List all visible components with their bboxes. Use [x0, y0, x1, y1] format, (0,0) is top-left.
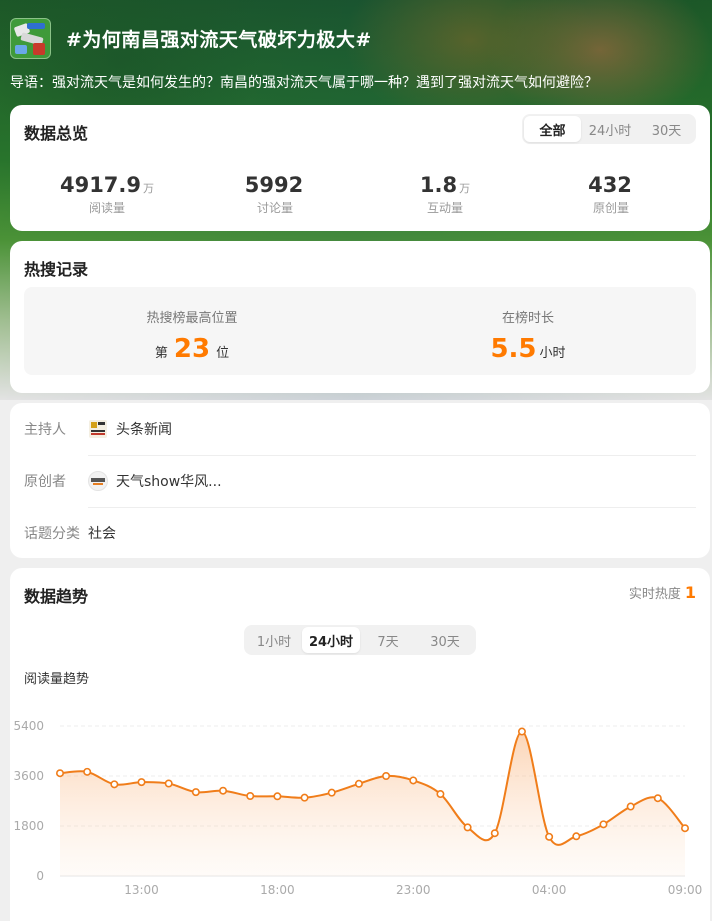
stat-reads: 4917.9 万 阅读量 — [22, 173, 192, 216]
stat-reads-value: 4917.9 — [59, 173, 142, 197]
creator-avatar-icon — [88, 471, 108, 491]
info-host-value[interactable]: 头条新闻 — [116, 419, 172, 439]
data-point — [382, 772, 391, 781]
overview-tab-30d[interactable]: 30天 — [639, 116, 694, 142]
stat-interactions-label: 互动量 — [426, 201, 463, 215]
info-divider — [88, 507, 696, 508]
data-point — [219, 786, 228, 795]
trend-card: 数据趋势 实时热度 1 1小时 24小时 7天 30天 阅读量趋势 0 1800 3… — [10, 568, 710, 921]
data-point — [653, 794, 662, 803]
stat-interactions: 1.8 万 互动量 — [360, 173, 530, 216]
topic-info-card: 主持人 头条新闻 原创者 天气show华风... 话题分类 社会 — [10, 403, 710, 558]
realtime-heat: 实时热度 1 — [629, 583, 696, 602]
data-point — [164, 779, 173, 788]
x-tick-label: 13:00 — [124, 883, 159, 897]
info-creator-key: 原创者 — [24, 474, 66, 490]
stat-interactions-value: 1.8 — [419, 173, 458, 197]
stat-originals: 432 原创量 — [526, 173, 696, 216]
data-point — [273, 792, 282, 801]
overview-title: 数据总览 — [24, 124, 89, 143]
x-tick-label: 18:00 — [260, 883, 295, 897]
data-point — [409, 776, 418, 785]
topic-header: #为何南昌强对流天气破坏力极大# — [10, 18, 372, 59]
stat-discussions-label: 讨论量 — [256, 201, 293, 215]
data-point — [680, 824, 689, 833]
stat-originals-value: 432 — [588, 173, 632, 197]
topic-title: #为何南昌强对流天气破坏力极大# — [66, 29, 372, 51]
data-point — [463, 823, 472, 832]
trend-title: 数据趋势 — [24, 587, 89, 606]
data-point — [137, 778, 146, 787]
hot-search-title: 热搜记录 — [24, 260, 89, 279]
info-divider — [88, 455, 696, 456]
stat-discussions: 5992 讨论量 — [190, 173, 360, 216]
overview-tab-all[interactable]: 全部 — [524, 116, 581, 142]
data-point — [572, 832, 581, 841]
y-tick-label: 0 — [36, 869, 44, 883]
hot-peak-suffix: 位 — [216, 346, 230, 361]
x-tick-label: 23:00 — [396, 883, 431, 897]
data-point — [545, 832, 554, 841]
stat-originals-label: 原创量 — [592, 201, 629, 215]
overview-range-tabs: 全部 24小时 30天 — [522, 114, 696, 144]
topic-thumbnail — [10, 18, 51, 59]
topic-intro: 导语：强对流天气是如何发生的？南昌的强对流天气属于哪一种？遇到了强对流天气如何避… — [10, 75, 598, 91]
stat-reads-label: 阅读量 — [88, 201, 125, 215]
data-point — [517, 727, 526, 736]
trend-tab-24h[interactable]: 24小时 — [302, 627, 360, 653]
info-host-row: 主持人 头条新闻 — [24, 419, 172, 439]
data-point — [55, 769, 64, 778]
stat-reads-unit: 万 — [143, 182, 155, 195]
data-point — [327, 788, 336, 797]
data-point — [599, 820, 608, 829]
data-point — [626, 802, 635, 811]
realtime-heat-label: 实时热度 — [628, 587, 681, 602]
trend-range-tabs: 1小时 24小时 7天 30天 — [244, 625, 476, 655]
hot-duration-label: 在榜时长 — [501, 311, 554, 326]
hot-peak-value: 23 — [173, 334, 211, 364]
stat-discussions-value: 5992 — [244, 173, 304, 197]
hot-peak-label: 热搜榜最高位置 — [146, 311, 238, 326]
info-host-key: 主持人 — [24, 422, 66, 438]
host-avatar-icon — [88, 419, 108, 439]
hot-search-card: 热搜记录 热搜榜最高位置 第 23 位 在榜时长 5.5 小时 — [10, 241, 710, 393]
info-creator-value[interactable]: 天气show华风... — [116, 471, 222, 491]
data-point — [191, 788, 200, 797]
y-tick-label: 1800 — [13, 819, 44, 833]
x-tick-label: 04:00 — [532, 883, 567, 897]
hot-duration: 在榜时长 5.5 小时 — [360, 307, 696, 364]
data-point — [110, 780, 119, 789]
overview-tab-24h[interactable]: 24小时 — [581, 116, 639, 142]
hot-duration-value: 5.5 — [490, 334, 537, 364]
hot-duration-unit: 小时 — [539, 346, 566, 361]
data-point — [83, 767, 92, 776]
data-point — [354, 779, 363, 788]
trend-tab-7d[interactable]: 7天 — [360, 627, 416, 653]
trend-area — [60, 731, 685, 876]
overview-card: 数据总览 全部 24小时 30天 4917.9 万 阅读量 5992 讨论量 1.… — [10, 105, 710, 231]
data-point — [300, 793, 309, 802]
info-category-key: 话题分类 — [24, 526, 80, 542]
read-trend-chart: 0 1800 3600 5400 13:00 18:00 23:00 04:00 09:00 — [13, 719, 703, 897]
info-creator-row: 原创者 天气show华风... — [24, 471, 222, 491]
y-tick-label: 5400 — [13, 719, 44, 733]
y-tick-label: 3600 — [13, 769, 44, 783]
info-category-value: 社会 — [88, 526, 116, 542]
x-tick-label: 09:00 — [668, 883, 703, 897]
stat-interactions-unit: 万 — [459, 182, 471, 195]
info-category-row: 话题分类 社会 — [24, 523, 116, 543]
hot-peak-prefix: 第 — [154, 346, 168, 361]
realtime-heat-value: 1 — [684, 583, 696, 602]
hot-search-box: 热搜榜最高位置 第 23 位 在榜时长 5.5 小时 — [24, 287, 696, 375]
hot-peak: 热搜榜最高位置 第 23 位 — [24, 307, 360, 364]
trend-tab-30d[interactable]: 30天 — [416, 627, 474, 653]
data-point — [246, 792, 255, 801]
data-point — [436, 790, 445, 799]
trend-tab-1h[interactable]: 1小时 — [246, 627, 302, 653]
data-point — [490, 829, 499, 838]
chart-label: 阅读量趋势 — [24, 672, 90, 687]
